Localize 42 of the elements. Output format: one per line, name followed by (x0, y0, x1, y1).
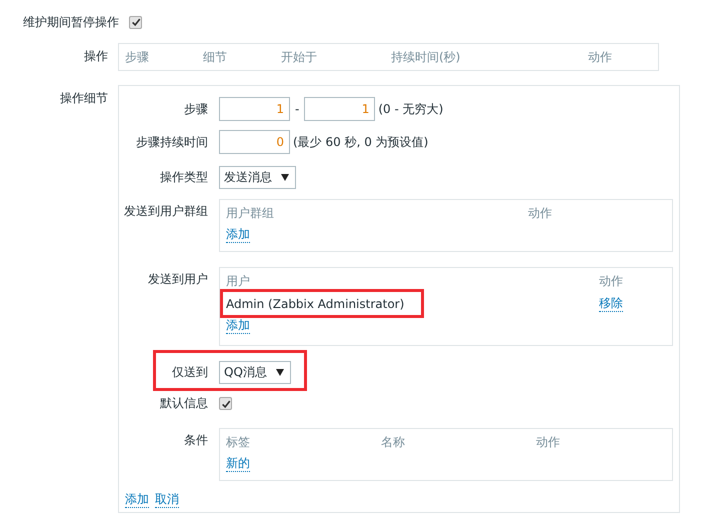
field-label: 步骤持续时间 (135, 134, 208, 150)
add-link[interactable]: 添加 (226, 318, 250, 334)
step-from-field[interactable]: 1 (219, 97, 290, 121)
hint-text: (0 - 无穷大) (378, 100, 444, 118)
field-label: 操作细节 (59, 90, 109, 107)
column-header: 动作 (599, 273, 624, 290)
column-header: 步骤 (125, 48, 150, 66)
field-label: 步骤 (183, 100, 208, 118)
operation-type-dropdown[interactable]: 发送消息 (219, 166, 296, 189)
caret-icon (276, 369, 284, 376)
field-label: 发送到用户群组 (123, 203, 208, 220)
new-link[interactable]: 新的 (226, 456, 250, 472)
field-label: 条件 (183, 432, 208, 449)
user-name: Admin (Zabbix Administrator) (226, 296, 406, 313)
action-link[interactable]: 取消 (155, 492, 179, 508)
checkbox[interactable] (129, 16, 142, 28)
column-header: 持续时间(秒) (391, 48, 462, 66)
field-label: 维护期间暂停操作 (23, 14, 119, 31)
caret-icon (281, 174, 289, 181)
step-to-field[interactable]: 1 (304, 97, 376, 121)
field-label: 发送到用户 (147, 271, 208, 288)
column-header: 动作 (588, 48, 613, 66)
checkbox[interactable] (219, 397, 232, 410)
column-header: 动作 (528, 205, 553, 222)
remove-link[interactable]: 移除 (599, 296, 623, 312)
field-label: 操作 (83, 48, 109, 65)
media-type-dropdown[interactable]: QQ消息 (219, 361, 291, 384)
column-header: 动作 (536, 434, 561, 451)
field-label: 操作类型 (159, 169, 208, 186)
column-header: 开始于 (281, 48, 318, 66)
range-separator: - (295, 102, 300, 116)
column-header: 标签 (226, 434, 251, 451)
hint-text: (最少 60 秒, 0 为预设值) (293, 134, 428, 150)
column-header: 细节 (203, 48, 228, 66)
column-header: 用户 (226, 273, 251, 290)
field-label: 默认信息 (159, 395, 208, 412)
duration-field[interactable]: 0 (219, 130, 290, 154)
action-link[interactable]: 添加 (125, 492, 149, 508)
add-link[interactable]: 添加 (226, 227, 250, 243)
field-label: 仅送到 (171, 364, 208, 381)
column-header: 用户群组 (226, 205, 275, 222)
column-header: 名称 (381, 434, 406, 451)
